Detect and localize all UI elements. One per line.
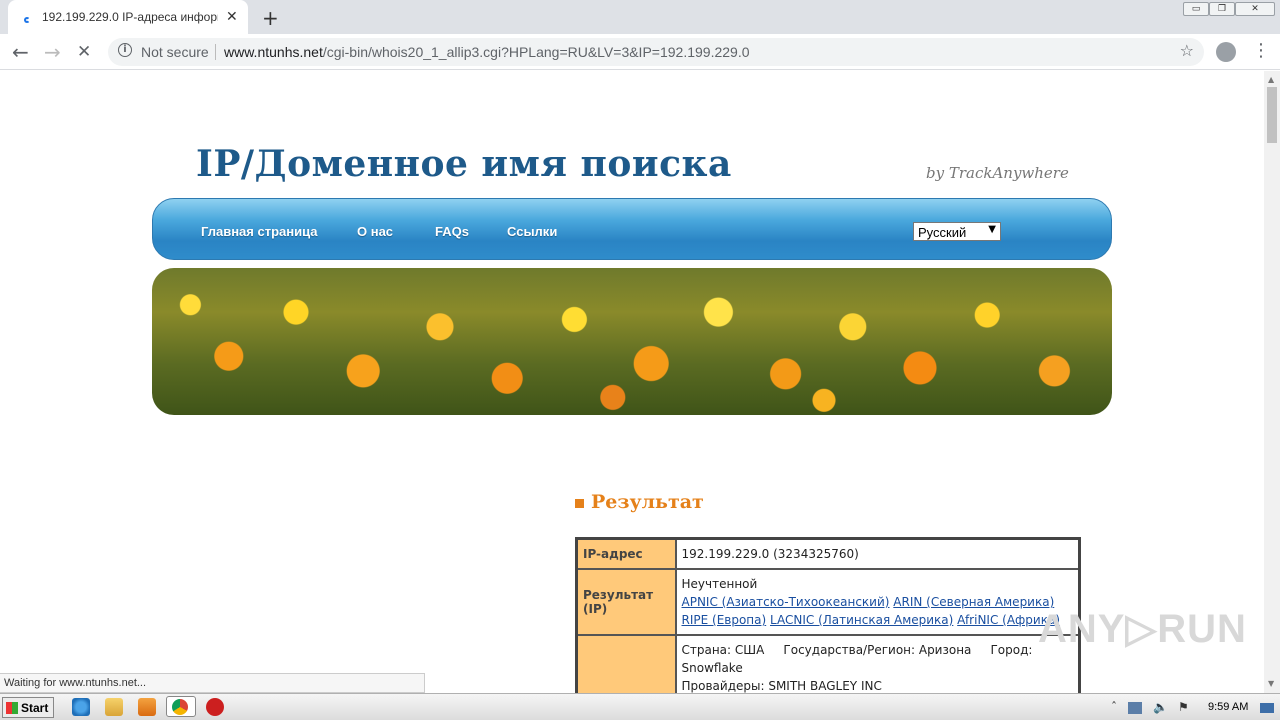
location-label (575, 634, 677, 693)
media-player-icon[interactable] (138, 698, 156, 716)
stop-loading-button[interactable]: ✕ (77, 42, 91, 62)
volume-icon[interactable]: 🔈 (1153, 700, 1168, 714)
window-restore-button[interactable]: ❐ (1209, 2, 1235, 16)
provider-text: Провайдеры: SMITH BAGLEY INC (681, 679, 882, 693)
chevron-down-icon: ▼ (988, 224, 996, 235)
result-cell: Неучтенной APNIC (Азиатско-Тихоокеанский… (674, 568, 1081, 636)
location-cell: Страна: США Государства/Регион: Аризона … (674, 634, 1081, 693)
windows-taskbar: Start ˆ 🔈 ⚑ 9:59 AM (0, 693, 1280, 720)
info-icon[interactable]: i (118, 43, 132, 57)
profile-avatar-icon[interactable] (1216, 42, 1236, 62)
file-explorer-icon[interactable] (105, 698, 123, 716)
flag-icon[interactable]: ⚑ (1178, 700, 1189, 714)
link-arin[interactable]: ARIN (Северная Америка) (893, 595, 1054, 609)
ip-label: IP-адрес (575, 537, 677, 570)
security-label[interactable]: Not secure (141, 44, 209, 60)
nav-link-about[interactable]: О нас (357, 224, 393, 239)
address-bar[interactable]: i Not secure www.ntunhs.net/cgi-bin/whoi… (108, 38, 1204, 66)
window-close-button[interactable]: ✕ (1235, 2, 1275, 16)
nav-link-faqs[interactable]: FAQs (435, 224, 469, 239)
result-heading-text: Результат (591, 491, 704, 513)
active-tab[interactable]: 192.199.229.0 IP-адреса информация ✕ (8, 0, 248, 34)
result-label: Результат (IP) (575, 568, 677, 636)
table-row: Результат (IP) Неучтенной APNIC (Азиатск… (575, 568, 1081, 636)
page-viewport: IP/Доменное имя поиска by TrackAnywhere … (0, 71, 1264, 693)
browser-menu-icon[interactable]: ⋮ (1252, 40, 1270, 61)
tab-close-icon[interactable]: ✕ (226, 9, 238, 25)
language-selected: Русский (918, 225, 967, 240)
scroll-up-icon[interactable]: ▲ (1268, 75, 1274, 84)
link-apnic[interactable]: APNIC (Азиатско-Тихоокеанский) (682, 595, 890, 609)
bookmark-star-icon[interactable]: ☆ (1180, 41, 1194, 60)
site-title: IP/Доменное имя поиска (196, 143, 732, 185)
url-path: /cgi-bin/whois20_1_allip3.cgi?HPLang=RU&… (322, 44, 750, 60)
new-tab-button[interactable]: + (262, 6, 279, 30)
scrollbar-thumb[interactable] (1267, 87, 1277, 143)
browser-status-bar: Waiting for www.ntunhs.net... (0, 673, 425, 693)
result-table: IP-адрес 192.199.229.0 (3234325760) Резу… (575, 537, 1081, 693)
browser-toolbar: ← → ✕ i Not secure www.ntunhs.net/cgi-bi… (0, 34, 1280, 70)
opera-icon[interactable] (206, 698, 224, 716)
table-row: Страна: США Государства/Регион: Аризона … (575, 634, 1081, 693)
forward-button[interactable]: → (44, 40, 61, 64)
result-status: Неучтенной (681, 577, 758, 591)
window-minimize-button[interactable]: ▭ (1183, 2, 1209, 16)
url-domain: www.ntunhs.net (224, 44, 323, 60)
link-ripe[interactable]: RIPE (Европа) (682, 613, 767, 627)
country-text: Страна: США (681, 643, 765, 657)
page-scrollbar[interactable]: ▲ ▼ (1264, 71, 1280, 693)
flower-banner-image (152, 268, 1112, 415)
start-label: Start (21, 701, 49, 715)
chrome-icon (172, 699, 188, 715)
site-byline: by TrackAnywhere (926, 164, 1069, 182)
link-lacnic[interactable]: LACNIC (Латинская Америка) (770, 613, 953, 627)
windows-logo-icon (6, 702, 18, 714)
square-bullet-icon (575, 498, 584, 508)
loading-spinner-icon (24, 17, 30, 23)
nav-link-home[interactable]: Главная страница (201, 224, 317, 239)
taskbar-clock[interactable]: 9:59 AM (1208, 701, 1248, 713)
result-heading: Результат (575, 491, 704, 513)
internet-explorer-icon[interactable] (72, 698, 90, 716)
tray-chevron-icon[interactable]: ˆ (1111, 700, 1117, 714)
anyrun-watermark: ANY▷RUN (1038, 607, 1247, 651)
nav-link-links[interactable]: Ссылки (507, 224, 557, 239)
show-desktop-icon[interactable] (1260, 703, 1274, 713)
tab-title: 192.199.229.0 IP-адреса информация (42, 10, 218, 24)
start-button[interactable]: Start (2, 697, 54, 718)
scroll-down-icon[interactable]: ▼ (1268, 679, 1274, 688)
table-row: IP-адрес 192.199.229.0 (3234325760) (575, 537, 1081, 570)
url-text[interactable]: www.ntunhs.net/cgi-bin/whois20_1_allip3.… (224, 44, 750, 60)
language-select[interactable]: Русский ▼ (913, 222, 1001, 241)
region-text: Государства/Регион: Аризона (783, 643, 972, 657)
tab-strip: 192.199.229.0 IP-адреса информация ✕ + ▭… (0, 0, 1280, 34)
back-button[interactable]: ← (12, 40, 29, 64)
network-icon[interactable] (1128, 702, 1142, 714)
address-separator (215, 44, 216, 60)
site-nav-bar: Главная страница О нас FAQs Ссылки Русск… (152, 198, 1112, 260)
ip-value: 192.199.229.0 (3234325760) (674, 537, 1081, 570)
